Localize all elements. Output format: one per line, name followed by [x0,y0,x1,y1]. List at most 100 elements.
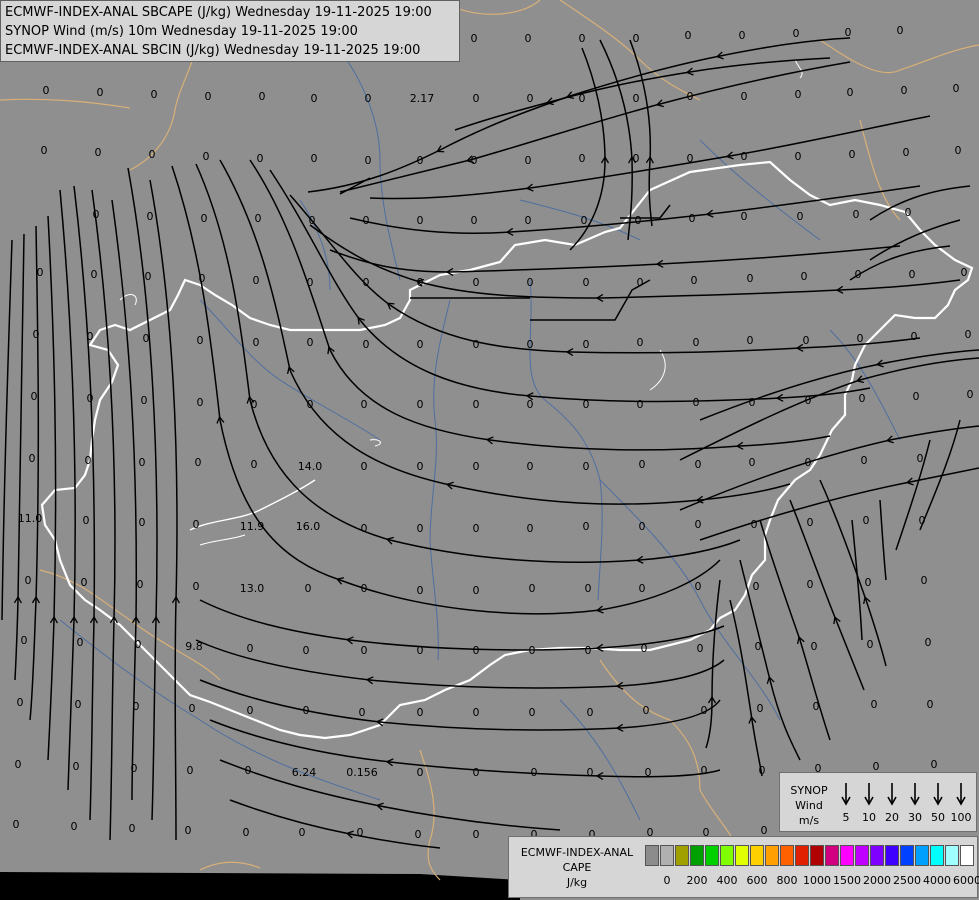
cin-value-label: 0 [861,454,868,467]
cin-value-label: 0 [587,766,594,779]
cin-value-label: 0 [87,392,94,405]
cin-value-label: 16.0 [296,520,321,533]
cin-value-label: 0 [645,766,652,779]
cin-value-label: 0 [527,460,534,473]
cin-value-label: 0 [527,522,534,535]
cape-tick-label: 400 [716,874,738,887]
cin-value-label: 0 [525,214,532,227]
cin-value-label: 0 [33,328,40,341]
cin-value-label: 0 [955,144,962,157]
cin-value-label: 0 [583,276,590,289]
cin-value-label: 0 [29,452,36,465]
cin-value-label: 0 [583,398,590,411]
cin-value-label: 0 [813,700,820,713]
cin-value-label: 0 [41,144,48,157]
cin-value-label: 0 [361,644,368,657]
cin-value-label: 0 [473,522,480,535]
cin-value-label: 0 [965,328,972,341]
cin-value-label: 0 [253,336,260,349]
cape-color-swatch [750,845,764,866]
cin-value-label: 0 [853,208,860,221]
cin-value-label: 0 [245,764,252,777]
cape-scale-ticks: 0 200 400 600 800 1000 1500 2000 2500 4000 6000 [645,874,979,888]
cin-value-label: 0 [855,268,862,281]
cin-value-label: 0 [91,268,98,281]
cin-value-label: 0 [243,826,250,839]
cin-value-label: 0 [909,268,916,281]
cin-value-label: 0 [685,29,692,42]
cin-value-label: 0 [587,706,594,719]
cape-tick-label: 4000 [923,874,951,887]
cin-value-label: 0 [967,388,974,401]
cin-value-label: 0 [365,92,372,105]
cin-value-label: 0 [203,150,210,163]
cin-value-label: 0 [639,458,646,471]
cin-value-label: 0 [473,92,480,105]
cin-value-label: 0 [527,276,534,289]
cin-value-label: 13.0 [240,582,265,595]
cin-value-label: 0 [897,24,904,37]
cin-value-label: 0 [633,152,640,165]
cin-value-label: 0 [751,518,758,531]
cape-color-swatch [825,845,839,866]
cin-value-label: 0 [637,398,644,411]
cin-value-label: 0 [31,390,38,403]
cin-value-label: 11.9 [240,520,265,533]
cin-value-label: 0 [695,580,702,593]
cin-value-label: 0 [307,276,314,289]
cin-value-label: 0 [129,822,136,835]
cin-value-label: 0 [473,766,480,779]
cin-value-label: 0 [471,214,478,227]
cin-value-label: 0 [697,642,704,655]
cin-value-label: 0 [633,32,640,45]
map-canvas: 00000000000000000002.1700000000000000000… [0,0,979,900]
cin-value-label: 0 [303,644,310,657]
cin-value-label: 0 [365,154,372,167]
wind-arrow-icon [841,783,851,806]
cin-value-label: 0 [417,214,424,227]
cin-value-label: 0 [417,644,424,657]
cin-value-label: 0 [253,274,260,287]
cin-value-label: 0 [741,210,748,223]
cin-value-label: 0 [903,146,910,159]
title-line-sbcape: ECMWF-INDEX-ANAL SBCAPE (J/kg) Wednesday… [5,5,432,20]
cin-value-label: 0 [417,460,424,473]
cin-value-label: 0 [85,454,92,467]
synop-wind-legend: SYNOP Wind m/s 5 10 20 30 50 100 [779,772,977,832]
cin-value-label: 0 [189,702,196,715]
cin-value-label: 0 [755,640,762,653]
cape-color-swatch [960,845,974,866]
synop-speed-label: 50 [931,811,945,824]
cin-value-label: 0 [531,766,538,779]
cin-value-label: 0 [199,272,206,285]
cape-color-swatch [690,845,704,866]
cin-value-label: 0 [185,824,192,837]
cape-tick-label: 800 [776,874,798,887]
cin-value-label: 0 [417,398,424,411]
cape-tick-label: 1000 [803,874,831,887]
cin-value-label: 0 [417,276,424,289]
cin-value-label: 0 [205,90,212,103]
cape-color-swatch [660,845,674,866]
cin-value-label: 0 [139,516,146,529]
wind-arrow-icon [956,783,966,806]
cin-value-label: 0 [807,516,814,529]
cin-value-label: 0 [359,706,366,719]
cin-value-label: 0 [471,154,478,167]
cin-value-label: 0 [361,582,368,595]
synop-speed-label: 10 [862,811,876,824]
cin-value-label: 0 [305,582,312,595]
weather-map: 00000000000000000002.1700000000000000000… [0,0,979,900]
cin-value-label: 0 [473,644,480,657]
cin-value-label: 11.0 [18,512,43,525]
cin-value-label: 0 [417,154,424,167]
cape-color-swatch [645,845,659,866]
cape-color-swatch [915,845,929,866]
cin-value-label: 0 [741,90,748,103]
cin-value-label: 0 [13,818,20,831]
cin-value-label: 0 [579,92,586,105]
cape-color-swatch [795,845,809,866]
cin-value-label: 0 [525,32,532,45]
cin-value-label: 0 [81,576,88,589]
cin-value-label: 0 [845,26,852,39]
